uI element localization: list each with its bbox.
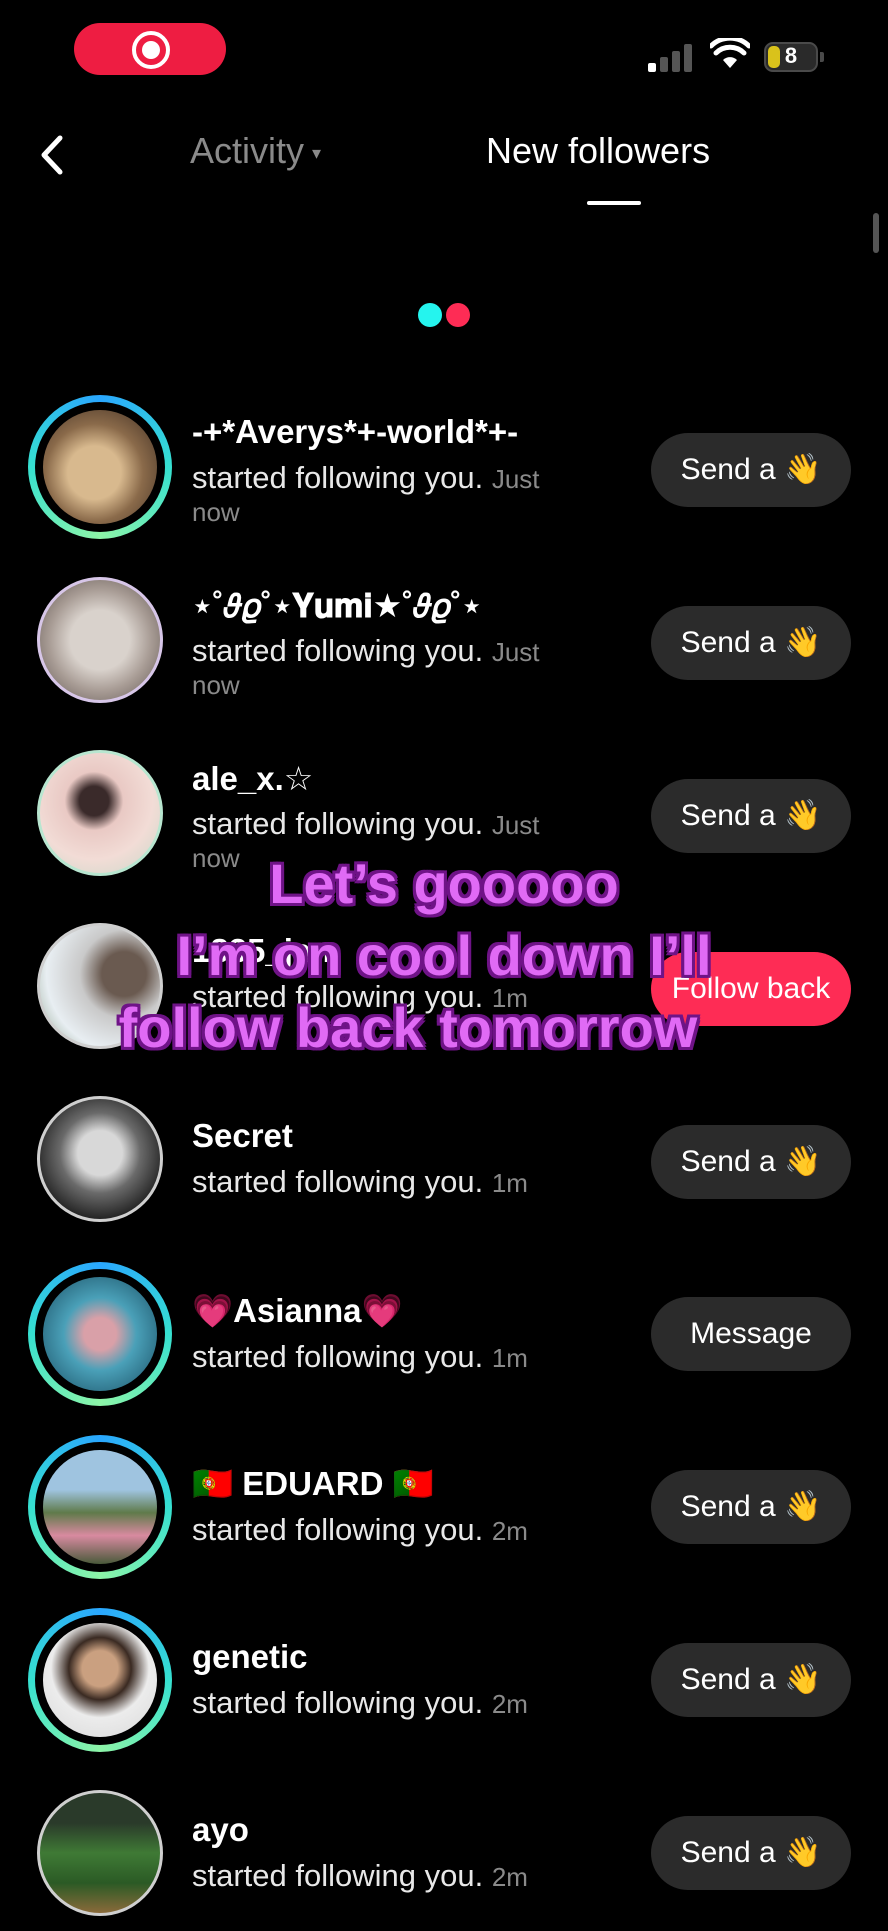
waving-hand-icon: 👋 bbox=[784, 1489, 822, 1524]
tab-activity[interactable]: Activity ▾ bbox=[190, 130, 321, 172]
scrollbar[interactable] bbox=[873, 213, 879, 253]
send-wave-button[interactable]: Send a 👋 bbox=[651, 1470, 851, 1544]
timestamp: 1m bbox=[491, 1343, 528, 1373]
follower-status: started following you. Just bbox=[192, 633, 540, 668]
avatar bbox=[37, 577, 163, 703]
timestamp: 2m bbox=[491, 1516, 528, 1546]
timestamp: 2m bbox=[491, 1862, 528, 1892]
avatar-story-ring[interactable] bbox=[28, 1608, 172, 1752]
chevron-down-icon: ▾ bbox=[312, 142, 322, 163]
avatar bbox=[37, 1096, 163, 1222]
tab-activity-label: Activity bbox=[190, 130, 305, 171]
timestamp-cont: now bbox=[192, 670, 240, 700]
waving-hand-icon: 👋 bbox=[784, 625, 822, 660]
send-wave-button[interactable]: Send a 👋 bbox=[651, 779, 851, 853]
list-item[interactable]: Secret started following you. 1m Send a … bbox=[0, 1087, 888, 1237]
loading-dot-red bbox=[446, 303, 470, 327]
send-wave-button[interactable]: Send a 👋 bbox=[651, 1816, 851, 1890]
avatar-container[interactable] bbox=[28, 1781, 172, 1925]
avatar bbox=[37, 1790, 163, 1916]
follower-status: started following you. 2m bbox=[192, 1858, 528, 1893]
waving-hand-icon: 👋 bbox=[784, 452, 822, 487]
screen-recording-indicator[interactable] bbox=[74, 23, 226, 75]
follower-status: started following you. Just bbox=[192, 460, 540, 495]
tab-new-followers[interactable]: New followers bbox=[486, 130, 710, 172]
caption-line-1: Let’s gooooo bbox=[269, 852, 619, 915]
avatar bbox=[43, 1450, 157, 1564]
avatar-container[interactable] bbox=[28, 1087, 172, 1231]
follower-name[interactable]: -+*Averys*+-world*+- bbox=[192, 413, 518, 451]
loading-dot-cyan bbox=[418, 303, 442, 327]
caption-line-2: I’m on cool down I’ll bbox=[176, 924, 712, 987]
waving-hand-icon: 👋 bbox=[784, 1144, 822, 1179]
avatar-story-ring[interactable] bbox=[28, 1435, 172, 1579]
list-item[interactable]: genetic started following you. 2m Send a… bbox=[0, 1608, 888, 1758]
follower-status: started following you. 2m bbox=[192, 1685, 528, 1720]
send-wave-button[interactable]: Send a 👋 bbox=[651, 1125, 851, 1199]
timestamp: Just bbox=[491, 637, 540, 667]
follower-name[interactable]: genetic bbox=[192, 1638, 308, 1676]
follower-name[interactable]: 💗Asianna💗 bbox=[192, 1292, 403, 1331]
list-item[interactable]: -+*Averys*+-world*+- started following y… bbox=[0, 395, 888, 545]
timestamp: 2m bbox=[491, 1689, 528, 1719]
avatar bbox=[43, 410, 157, 524]
follower-name[interactable]: ⋆˚𝜗𝜚˚⋆𝐘𝐮𝐦𝐢★˚𝜗𝜚˚⋆ bbox=[192, 586, 482, 626]
message-button[interactable]: Message bbox=[651, 1297, 851, 1371]
timestamp: 1m bbox=[491, 1168, 528, 1198]
avatar-story-ring[interactable] bbox=[28, 1262, 172, 1406]
follower-name[interactable]: ale_x.☆ bbox=[192, 759, 313, 798]
list-item[interactable]: ⋆˚𝜗𝜚˚⋆𝐘𝐮𝐦𝐢★˚𝜗𝜚˚⋆ started following you. … bbox=[0, 568, 888, 718]
follower-name[interactable]: Secret bbox=[192, 1117, 293, 1155]
wifi-icon bbox=[710, 38, 750, 68]
list-item[interactable]: 🇵🇹 EDUARD 🇵🇹 started following you. 2m S… bbox=[0, 1435, 888, 1585]
waving-hand-icon: 👋 bbox=[784, 798, 822, 833]
active-tab-indicator bbox=[587, 201, 641, 205]
send-wave-button[interactable]: Send a 👋 bbox=[651, 1643, 851, 1717]
waving-hand-icon: 👋 bbox=[784, 1835, 822, 1870]
timestamp: Just bbox=[491, 464, 540, 494]
avatar-container[interactable] bbox=[28, 568, 172, 712]
send-wave-button[interactable]: Send a 👋 bbox=[651, 606, 851, 680]
send-wave-button[interactable]: Send a 👋 bbox=[651, 433, 851, 507]
battery-icon: 8 bbox=[764, 42, 824, 72]
avatar bbox=[43, 1277, 157, 1391]
follower-status: started following you. 1m bbox=[192, 1339, 528, 1374]
battery-level: 8 bbox=[784, 43, 798, 68]
list-item[interactable]: 💗Asianna💗 started following you. 1m Mess… bbox=[0, 1262, 888, 1412]
cellular-signal-icon bbox=[648, 42, 696, 72]
avatar bbox=[43, 1623, 157, 1737]
waving-hand-icon: 👋 bbox=[784, 1662, 822, 1697]
avatar-story-ring[interactable] bbox=[28, 395, 172, 539]
follower-name[interactable]: 🇵🇹 EDUARD 🇵🇹 bbox=[192, 1465, 434, 1504]
timestamp: Just bbox=[491, 810, 540, 840]
back-arrow-icon[interactable] bbox=[34, 130, 74, 180]
follower-name[interactable]: ayo bbox=[192, 1811, 249, 1849]
timestamp-cont: now bbox=[192, 497, 240, 527]
list-item[interactable]: ayo started following you. 2m Send a 👋 bbox=[0, 1781, 888, 1931]
follower-status: started following you. 2m bbox=[192, 1512, 528, 1547]
follower-status: started following you. 1m bbox=[192, 1164, 528, 1199]
caption-line-3: follow back tomorrow bbox=[118, 996, 698, 1059]
follower-status: started following you. Just bbox=[192, 806, 540, 841]
